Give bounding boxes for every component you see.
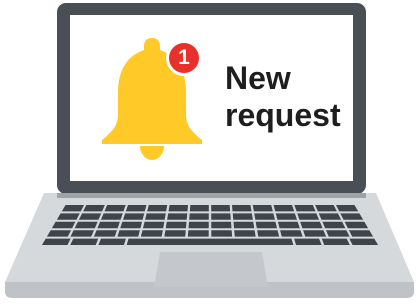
keyboard-key	[56, 213, 80, 220]
keyboard-key	[273, 205, 295, 212]
keyboard-key	[211, 205, 231, 212]
keyboard-key	[46, 230, 72, 237]
keyboard-key	[231, 205, 252, 212]
keyboard-key	[211, 213, 231, 220]
keyboard-key	[126, 238, 294, 245]
keyboard-key	[294, 205, 316, 212]
keyboard-key	[188, 221, 209, 229]
touchpad	[154, 252, 268, 287]
keyboard-key	[344, 221, 369, 229]
keyboard-key	[303, 230, 327, 237]
keyboard-key	[142, 221, 165, 229]
laptop-illustration: 1 New request	[0, 0, 419, 304]
keyboard-key	[257, 230, 280, 237]
keyboard-key	[164, 230, 186, 237]
keyboard-key	[100, 213, 123, 220]
keyboard-key	[61, 205, 85, 212]
keyboard-key	[189, 213, 209, 220]
keyboard-key	[83, 205, 105, 212]
keyboard-key	[300, 221, 323, 229]
keyboard-key	[120, 221, 143, 229]
keyboard-key	[123, 213, 145, 220]
keyboard-key	[147, 205, 168, 212]
keyboard-key	[349, 238, 379, 245]
keyboard-key	[117, 230, 140, 237]
keyboard-key	[97, 221, 120, 229]
keyboard-key	[322, 221, 346, 229]
keyboard-key	[277, 221, 300, 229]
keyboard-key	[297, 213, 320, 220]
keyboard-key	[104, 205, 126, 212]
keyboard-key	[233, 221, 255, 229]
keyboard-key	[165, 221, 187, 229]
keyboard-key	[51, 221, 76, 229]
keyboard-key	[70, 238, 99, 245]
keyboard-key	[168, 205, 189, 212]
keyboard-key	[98, 238, 126, 245]
keyboard-key	[315, 205, 337, 212]
keyboard-key	[211, 221, 232, 229]
keyboard-key	[41, 238, 71, 245]
keyboard-key	[74, 221, 98, 229]
keyboard-key	[232, 213, 253, 220]
keyboard-key	[335, 205, 359, 212]
keyboard-key	[211, 230, 233, 237]
keyboard-key	[348, 230, 374, 237]
keyboard-key	[70, 230, 95, 237]
keyboard-key	[294, 238, 322, 245]
keyboard-key	[93, 230, 117, 237]
keyboard-key	[234, 230, 256, 237]
keyboard-key	[255, 221, 278, 229]
keyboard-key	[167, 213, 188, 220]
keyboard-key	[280, 230, 303, 237]
keyboard-key	[140, 230, 163, 237]
keyboard-key	[340, 213, 364, 220]
keyboard-key	[145, 213, 166, 220]
keyboard-key	[275, 213, 297, 220]
keyboard-key	[254, 213, 275, 220]
keyboard-key	[252, 205, 273, 212]
keyboard-key	[189, 205, 209, 212]
keyboard-key	[187, 230, 209, 237]
keyboard-key	[125, 205, 147, 212]
keyboard-key	[325, 230, 350, 237]
keyboard-key	[318, 213, 342, 220]
keyboard-key	[321, 238, 350, 245]
laptop-base	[5, 193, 414, 298]
keyboard-key	[78, 213, 102, 220]
